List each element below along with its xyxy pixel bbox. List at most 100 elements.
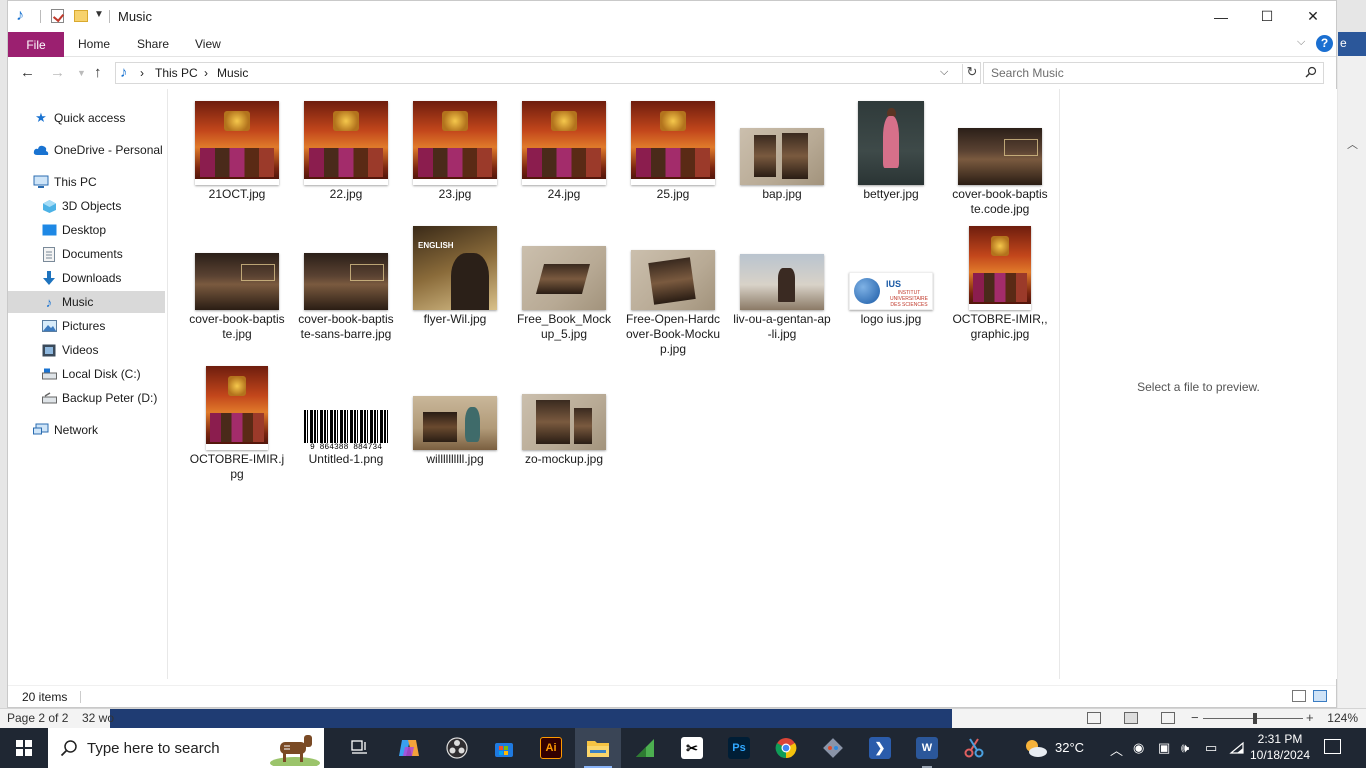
file-item[interactable]: 21OCT.jpg — [184, 99, 290, 202]
weather-temperature[interactable]: 32°C — [1055, 740, 1084, 755]
git-button[interactable] — [810, 728, 856, 768]
camtasia-button[interactable] — [622, 728, 668, 768]
file-item[interactable]: bettyer.jpg — [838, 99, 944, 202]
address-bar[interactable]: ♪ › This PC › Music ⌵ ↻ — [115, 62, 981, 84]
expand-ribbon-icon[interactable]: ⌵ — [1297, 36, 1305, 49]
file-item[interactable]: cover-book-baptiste.code.jpg — [947, 99, 1053, 217]
record-icon[interactable]: ◉ — [1133, 740, 1144, 756]
search-input[interactable] — [984, 63, 1284, 83]
breadcrumb-music[interactable]: Music — [217, 66, 248, 80]
tab-file[interactable]: File — [8, 32, 64, 57]
file-item[interactable]: Free-Open-Hardcover-Book-Mockup.jpg — [620, 224, 726, 357]
close-button[interactable]: ✕ — [1290, 1, 1336, 32]
file-name: logo ius.jpg — [860, 312, 922, 326]
capcut-button[interactable]: ✂ — [669, 728, 715, 768]
photoshop-button[interactable]: Ps — [716, 728, 762, 768]
refresh-icon[interactable]: ↻ — [962, 64, 981, 83]
breadcrumb-separator: › — [204, 66, 208, 80]
sidebar-item-backup-drive[interactable]: Backup Peter (D:) — [8, 387, 165, 409]
maximize-button[interactable]: ☐ — [1244, 1, 1290, 32]
recent-locations-icon[interactable]: ▼ — [77, 68, 86, 78]
properties-icon[interactable] — [51, 9, 64, 23]
file-thumbnail — [413, 101, 497, 185]
sidebar-item-local-disk[interactable]: Local Disk (C:) — [8, 363, 165, 385]
tab-home[interactable]: Home — [78, 37, 110, 51]
weather-icon[interactable] — [1022, 737, 1048, 759]
sidebar-item-pictures[interactable]: Pictures — [8, 315, 165, 337]
zoom-level[interactable]: 124% — [1327, 711, 1358, 725]
volume-icon[interactable]: 🕪 — [1181, 740, 1189, 756]
taskbar-search[interactable]: Type here to search — [48, 728, 324, 768]
task-view-button[interactable] — [337, 728, 383, 768]
obs-button[interactable] — [434, 728, 480, 768]
chevron-up-icon[interactable]: ︿ — [1347, 136, 1358, 152]
chrome-button[interactable] — [763, 728, 809, 768]
search-icon[interactable] — [1305, 66, 1317, 78]
address-dropdown-icon[interactable]: ⌵ — [940, 66, 948, 79]
sidebar-item-3d-objects[interactable]: 3D Objects — [8, 195, 165, 217]
file-item[interactable]: 25.jpg — [620, 99, 726, 202]
sidebar-item-downloads[interactable]: Downloads — [8, 267, 165, 289]
zoom-slider-thumb[interactable] — [1253, 713, 1257, 724]
wifi-icon[interactable] — [1229, 741, 1245, 755]
back-icon[interactable]: ← — [20, 64, 35, 81]
web-layout-icon[interactable] — [1161, 712, 1175, 724]
snipping-button[interactable] — [951, 728, 997, 768]
file-item[interactable]: willllllllll.jpg — [402, 364, 508, 467]
help-icon[interactable]: ? — [1316, 35, 1333, 52]
new-folder-icon[interactable] — [74, 10, 88, 22]
file-item[interactable]: 23.jpg — [402, 99, 508, 202]
music-icon: ♪ — [16, 7, 24, 24]
tab-view[interactable]: View — [195, 37, 221, 51]
file-item[interactable]: Free_Book_Mockup_5.jpg — [511, 224, 617, 342]
file-item[interactable]: OCTOBRE-IMIR,,graphic.jpg — [947, 224, 1053, 342]
clock[interactable]: 2:31 PM 10/18/2024 — [1248, 731, 1312, 763]
file-name: 24.jpg — [547, 187, 581, 201]
start-button[interactable] — [0, 728, 48, 768]
store-button[interactable] — [481, 728, 527, 768]
details-view-icon[interactable] — [1292, 690, 1306, 702]
sidebar-item-documents[interactable]: Documents — [8, 243, 165, 265]
zoom-out-icon[interactable]: − — [1191, 710, 1199, 725]
file-item[interactable]: bap.jpg — [729, 99, 835, 202]
chevron-up-icon[interactable]: ︿ — [1110, 740, 1123, 759]
sidebar-item-quick-access[interactable]: ★ Quick access — [8, 107, 165, 129]
sidebar-item-desktop[interactable]: Desktop — [8, 219, 165, 241]
copilot-button[interactable] — [386, 728, 432, 768]
file-item[interactable]: OCTOBRE-IMIR.jpg — [184, 364, 290, 482]
file-item[interactable]: 24.jpg — [511, 99, 617, 202]
file-item[interactable]: cover-book-baptiste.jpg — [184, 224, 290, 342]
file-item[interactable]: liv-ou-a-gentan-ap-li.jpg — [729, 224, 835, 342]
read-mode-icon[interactable] — [1087, 712, 1101, 724]
forward-icon[interactable]: → — [50, 64, 65, 81]
file-thumbnail — [304, 101, 388, 185]
file-item[interactable]: ENGLISH flyer-Wil.jpg — [402, 224, 508, 327]
zoom-in-icon[interactable]: + — [1306, 710, 1314, 725]
file-item[interactable]: IUS INSTITUT UNIVERSITAIRE DES SCIENCES l… — [838, 224, 944, 327]
customize-toolbar-icon[interactable]: ▼ — [94, 9, 104, 20]
file-item[interactable]: cover-book-baptiste-sans-barre.jpg — [293, 224, 399, 342]
sidebar-item-label: Desktop — [62, 223, 107, 237]
meet-now-icon[interactable]: ▣ — [1158, 740, 1170, 756]
sidebar-item-videos[interactable]: Videos — [8, 339, 165, 361]
battery-icon[interactable]: ▭ — [1205, 740, 1217, 756]
file-item[interactable]: 9 864388 884734 Untitled-1.png — [293, 364, 399, 467]
word-scrollbar[interactable]: ︿ — [1338, 56, 1366, 708]
print-layout-icon[interactable] — [1124, 712, 1138, 724]
notification-icon[interactable] — [1324, 739, 1341, 754]
tab-share[interactable]: Share — [137, 37, 169, 51]
sidebar-item-onedrive[interactable]: OneDrive - Personal — [8, 139, 165, 161]
up-icon[interactable]: ↑ — [94, 64, 102, 81]
file-explorer-button[interactable] — [575, 728, 621, 768]
powershell-button[interactable]: ❯ — [857, 728, 903, 768]
sidebar-item-this-pc[interactable]: This PC — [8, 171, 165, 193]
breadcrumb-this-pc[interactable]: This PC — [155, 66, 198, 80]
sidebar-item-network[interactable]: Network — [8, 419, 165, 441]
illustrator-button[interactable]: Ai — [528, 728, 574, 768]
minimize-button[interactable]: — — [1198, 1, 1244, 32]
file-item[interactable]: zo-mockup.jpg — [511, 364, 617, 467]
sidebar-item-music[interactable]: ♪ Music — [8, 291, 165, 313]
word-button[interactable]: W — [904, 728, 950, 768]
file-item[interactable]: 22.jpg — [293, 99, 399, 202]
large-icons-view-icon[interactable] — [1313, 690, 1327, 702]
